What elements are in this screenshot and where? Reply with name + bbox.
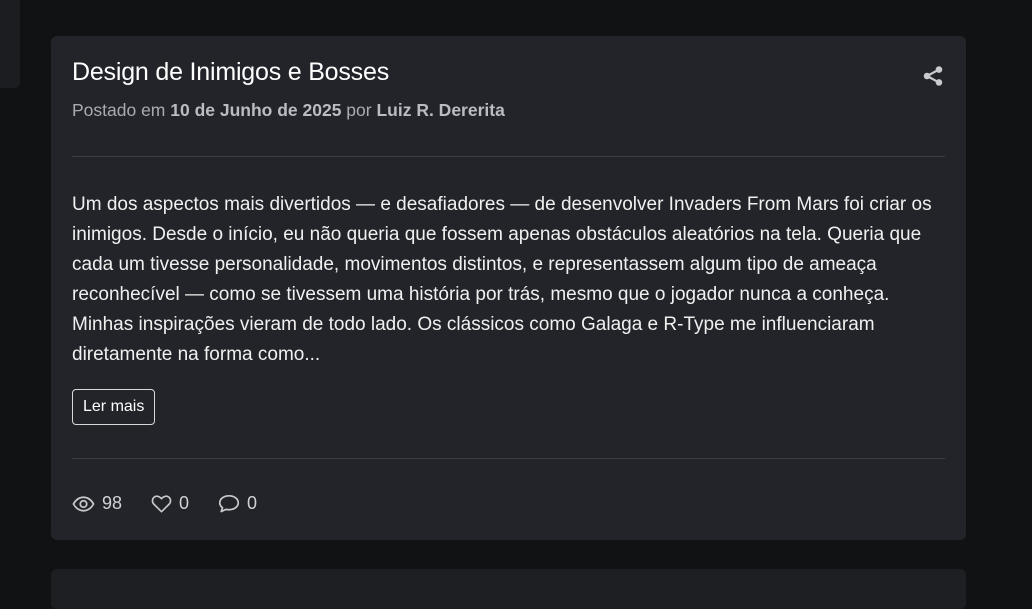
meta-prefix: Postado em: [72, 100, 171, 120]
post-stats: 98 0 0: [72, 493, 286, 514]
post-excerpt: Um dos aspectos mais divertidos — e desa…: [72, 194, 932, 365]
likes-stat[interactable]: 0: [151, 493, 189, 514]
heart-icon[interactable]: [151, 494, 172, 513]
likes-count: 0: [179, 493, 190, 513]
blog-post-card: Design de Inimigos e Bosses Postado em 1…: [51, 36, 966, 540]
post-author: Luiz R. Dererita: [376, 100, 505, 120]
eye-icon: [72, 495, 95, 512]
post-meta: Postado em 10 de Junho de 2025 por Luiz …: [72, 100, 505, 121]
next-post-card: [51, 569, 966, 609]
comments-count: 0: [247, 493, 258, 513]
sidebar-panel-edge: [0, 0, 20, 88]
post-title[interactable]: Design de Inimigos e Bosses: [72, 58, 389, 87]
meta-by: por: [341, 100, 377, 120]
read-more-button[interactable]: Ler mais: [72, 389, 156, 425]
comments-stat[interactable]: 0: [218, 493, 257, 514]
share-icon[interactable]: [922, 65, 944, 87]
divider-top: [72, 156, 945, 157]
comment-icon[interactable]: [218, 494, 240, 513]
post-date: 10 de Junho de 2025: [170, 100, 342, 120]
views-count: 98: [102, 493, 123, 513]
divider-bottom: [72, 458, 945, 459]
views-stat: 98: [72, 493, 122, 514]
